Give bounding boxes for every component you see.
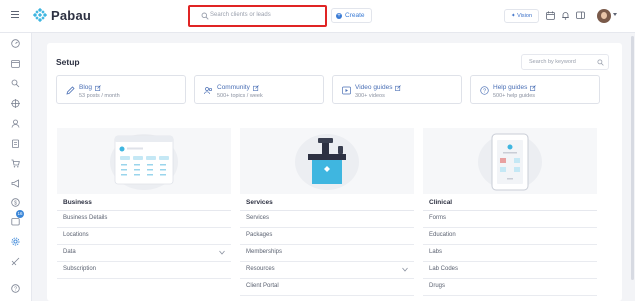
setup-link-resources[interactable]: Resources bbox=[240, 262, 414, 279]
dashboard-icon[interactable] bbox=[11, 39, 20, 48]
pencil-icon bbox=[66, 86, 75, 95]
resource-title: Community bbox=[217, 84, 250, 91]
chat-icon[interactable] bbox=[576, 11, 585, 20]
category-clinical: Clinical Forms Education Labs Lab Codes … bbox=[423, 128, 597, 301]
leads-icon[interactable] bbox=[11, 99, 20, 108]
resource-card-help-guides[interactable]: ? Help guides 500+ help guides bbox=[470, 75, 600, 104]
resource-title: Help guides bbox=[493, 84, 528, 91]
category-services: Services Services Packages Memberships R… bbox=[240, 128, 414, 301]
external-link-icon bbox=[530, 84, 537, 91]
chevron-down-icon bbox=[219, 250, 225, 255]
cart-icon[interactable] bbox=[11, 159, 20, 168]
play-icon bbox=[342, 86, 351, 95]
chevron-down-icon bbox=[402, 267, 408, 272]
create-label: Create bbox=[345, 12, 365, 19]
external-link-icon bbox=[252, 84, 259, 91]
contacts-search-icon[interactable] bbox=[11, 79, 20, 88]
setup-link-data[interactable]: Data bbox=[57, 245, 231, 262]
resource-card-blog[interactable]: Blog 53 posts / month bbox=[56, 75, 186, 104]
people-icon bbox=[204, 87, 213, 95]
search-icon bbox=[201, 12, 209, 20]
brand-name[interactable]: Pabau bbox=[51, 8, 91, 23]
setup-link-services[interactable]: Services bbox=[240, 211, 414, 228]
external-link-icon bbox=[395, 84, 402, 91]
svg-text:?: ? bbox=[14, 287, 17, 293]
business-illustration bbox=[57, 128, 231, 194]
page-title: Setup bbox=[56, 57, 80, 67]
calendar-icon[interactable] bbox=[11, 59, 20, 68]
resource-subtitle: 300+ videos bbox=[355, 93, 385, 99]
setup-link-packages[interactable]: Packages bbox=[240, 228, 414, 245]
scrollbar-thumb[interactable] bbox=[631, 36, 634, 280]
resource-subtitle: 500+ help guides bbox=[493, 93, 536, 99]
keyword-search-input[interactable]: Search by keyword bbox=[521, 54, 609, 70]
setup-link-subscription[interactable]: Subscription bbox=[57, 262, 231, 279]
svg-text:?: ? bbox=[483, 89, 486, 95]
resource-title: Video guides bbox=[355, 84, 393, 91]
category-title: Business bbox=[63, 199, 92, 206]
calendar-icon[interactable] bbox=[546, 11, 555, 20]
resource-card-community[interactable]: Community 500+ topics / week bbox=[194, 75, 324, 104]
settings-gear-icon[interactable] bbox=[11, 237, 20, 246]
user-icon[interactable] bbox=[11, 119, 20, 128]
resource-title: Blog bbox=[79, 84, 93, 91]
plus-icon: + bbox=[336, 12, 342, 19]
chevron-down-icon[interactable] bbox=[613, 13, 617, 16]
help-icon[interactable]: ? bbox=[11, 284, 20, 293]
category-title: Clinical bbox=[429, 199, 453, 206]
setup-link-education[interactable]: Education bbox=[423, 228, 597, 245]
svg-text:$: $ bbox=[14, 200, 17, 206]
category-title: Services bbox=[246, 199, 273, 206]
menu-icon[interactable] bbox=[11, 11, 19, 18]
search-icon bbox=[597, 59, 604, 66]
setup-link-labs[interactable]: Labs bbox=[423, 245, 597, 262]
setup-link-client-portal[interactable]: Client Portal bbox=[240, 279, 414, 296]
resource-subtitle: 53 posts / month bbox=[79, 93, 120, 99]
setup-link-business-details[interactable]: Business Details bbox=[57, 211, 231, 228]
search-placeholder: Search clients or leads bbox=[210, 12, 271, 18]
pabau-logo-icon[interactable] bbox=[33, 8, 47, 22]
resource-card-video-guides[interactable]: Video guides 300+ videos bbox=[332, 75, 462, 104]
clinical-illustration bbox=[423, 128, 597, 194]
megaphone-icon[interactable] bbox=[11, 179, 20, 188]
inbox-icon[interactable] bbox=[11, 217, 20, 226]
bell-icon[interactable] bbox=[561, 11, 570, 20]
create-button[interactable]: + Create bbox=[331, 8, 372, 23]
keyword-search-placeholder: Search by keyword bbox=[529, 59, 576, 65]
setup-link-forms[interactable]: Forms bbox=[423, 211, 597, 228]
setup-panel: Setup Search by keyword Blog 53 posts / … bbox=[47, 43, 622, 301]
search-input[interactable]: Search clients or leads bbox=[188, 5, 327, 27]
top-bar: Pabau Search clients or leads + Create ✦… bbox=[0, 0, 635, 33]
services-illustration bbox=[240, 128, 414, 194]
vision-label: Vision bbox=[517, 13, 533, 19]
dollar-icon[interactable]: $ bbox=[11, 198, 20, 207]
external-link-icon bbox=[95, 84, 101, 91]
vision-button[interactable]: ✦ Vision bbox=[504, 9, 540, 23]
clipboard-icon[interactable] bbox=[11, 139, 20, 148]
setup-link-memberships[interactable]: Memberships bbox=[240, 245, 414, 262]
question-icon: ? bbox=[480, 86, 489, 95]
category-business: Business Business Details Locations Data… bbox=[57, 128, 231, 301]
left-nav-rail: $ 16 ? bbox=[0, 33, 32, 301]
user-avatar[interactable] bbox=[597, 9, 611, 23]
setup-link-locations[interactable]: Locations bbox=[57, 228, 231, 245]
notification-badge: 16 bbox=[16, 210, 24, 218]
resource-subtitle: 500+ topics / week bbox=[217, 93, 263, 99]
marketing-tools-icon[interactable] bbox=[11, 257, 20, 266]
setup-link-lab-codes[interactable]: Lab Codes bbox=[423, 262, 597, 279]
setup-link-drugs[interactable]: Drugs bbox=[423, 279, 597, 296]
